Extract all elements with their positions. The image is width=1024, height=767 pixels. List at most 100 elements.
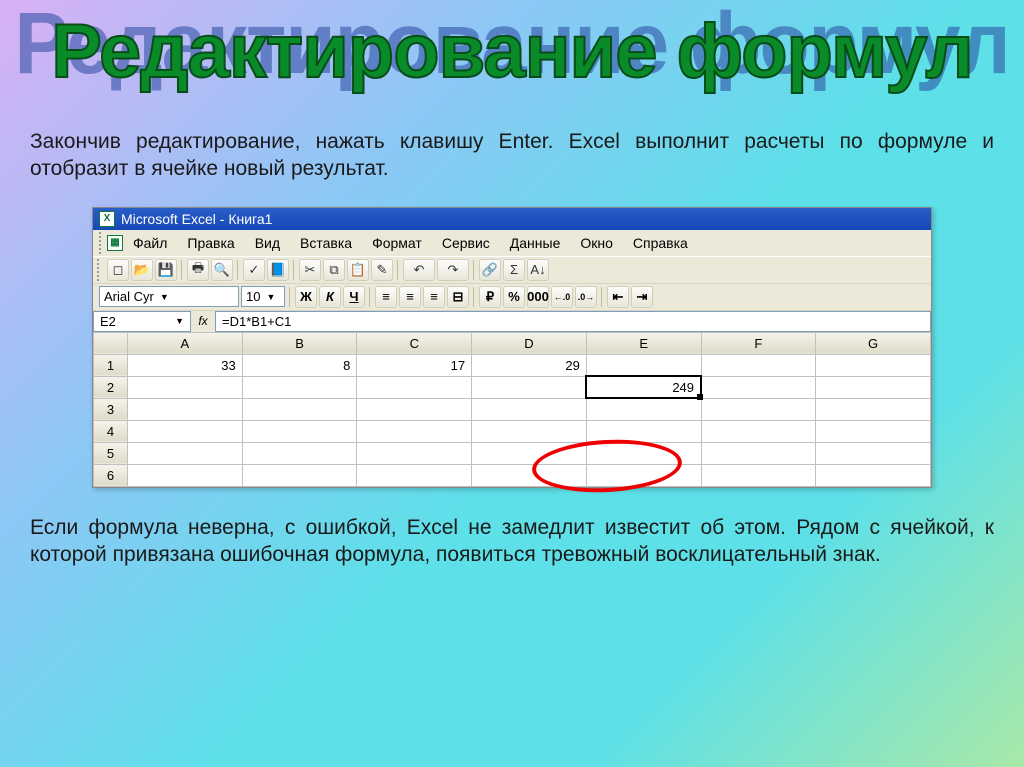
formula-input[interactable]: =D1*B1+C1 [215,311,931,332]
cell[interactable] [701,376,816,398]
cell[interactable] [472,398,587,420]
cell[interactable] [816,420,931,442]
cut-icon[interactable]: ✂ [299,259,321,281]
cell[interactable] [586,420,701,442]
col-header[interactable]: D [472,332,587,354]
cell[interactable]: 249 [586,376,701,398]
menu-tools[interactable]: Сервис [432,232,500,254]
outro-text: Если формула неверна, с ошибкой, Excel н… [30,514,994,569]
col-header[interactable]: C [357,332,472,354]
cell[interactable] [586,398,701,420]
cell[interactable] [357,464,472,486]
cell[interactable]: 33 [128,354,243,376]
row-header[interactable]: 1 [94,354,128,376]
indent-less-icon[interactable]: ⇤ [607,286,629,308]
cell[interactable] [472,420,587,442]
cell[interactable] [472,376,587,398]
menu-window[interactable]: Окно [570,232,623,254]
cell[interactable] [128,376,243,398]
undo-icon[interactable]: ↶ [403,259,435,281]
menu-data[interactable]: Данные [500,232,571,254]
col-header[interactable]: B [242,332,357,354]
format-painter-icon[interactable]: ✎ [371,259,393,281]
research-icon[interactable]: 📘 [267,259,289,281]
row-header[interactable]: 6 [94,464,128,486]
cell[interactable] [128,464,243,486]
row-header[interactable]: 4 [94,420,128,442]
cell[interactable]: 29 [472,354,587,376]
cell[interactable] [242,398,357,420]
hyperlink-icon[interactable]: 🔗 [479,259,501,281]
cell[interactable] [701,464,816,486]
menu-file[interactable]: Файл [123,232,177,254]
bold-button[interactable]: Ж [295,286,317,308]
cell[interactable] [701,398,816,420]
spreadsheet-grid[interactable]: ABCDEFG 13381729 2 249 3456 [93,332,931,487]
cell[interactable] [701,420,816,442]
underline-button[interactable]: Ч [343,286,365,308]
cell[interactable]: 17 [357,354,472,376]
copy-icon[interactable]: ⧉ [323,259,345,281]
align-center-icon[interactable]: ≡ [399,286,421,308]
dec-less-icon[interactable]: ←.0 [551,286,573,308]
menu-help[interactable]: Справка [623,232,698,254]
cell[interactable] [586,354,701,376]
redo-icon[interactable]: ↷ [437,259,469,281]
cell[interactable] [242,464,357,486]
sum-icon[interactable]: Σ [503,259,525,281]
cell[interactable] [242,420,357,442]
font-size-selector[interactable]: 10 ▼ [241,286,285,307]
align-right-icon[interactable]: ≡ [423,286,445,308]
indent-more-icon[interactable]: ⇥ [631,286,653,308]
cell[interactable] [816,354,931,376]
cell[interactable] [357,442,472,464]
cell[interactable] [816,464,931,486]
name-box[interactable]: E2 ▼ [93,311,191,332]
cell[interactable]: 8 [242,354,357,376]
cell[interactable] [357,420,472,442]
dec-more-icon[interactable]: .0→ [575,286,597,308]
cell[interactable] [816,398,931,420]
col-header[interactable]: E [586,332,701,354]
save-icon[interactable]: 💾 [155,259,177,281]
align-left-icon[interactable]: ≡ [375,286,397,308]
cell[interactable] [357,398,472,420]
cell[interactable] [242,442,357,464]
currency-icon[interactable]: ₽ [479,286,501,308]
percent-icon[interactable]: % [503,286,525,308]
cell[interactable] [357,376,472,398]
col-header[interactable]: F [701,332,816,354]
sort-icon[interactable]: A↓ [527,259,549,281]
formula-bar: E2 ▼ fx =D1*B1+C1 [93,310,931,332]
cell[interactable] [701,354,816,376]
spell-icon[interactable]: ✓ [243,259,265,281]
menu-edit[interactable]: Правка [177,232,244,254]
cell[interactable] [816,442,931,464]
excel-window: X Microsoft Excel - Книга1 ▦ Файл Правка… [92,207,932,488]
italic-button[interactable]: К [319,286,341,308]
fx-icon[interactable]: fx [191,311,215,332]
menu-insert[interactable]: Вставка [290,232,362,254]
cell[interactable] [816,376,931,398]
row-header[interactable]: 5 [94,442,128,464]
row-header[interactable]: 3 [94,398,128,420]
cell[interactable] [128,420,243,442]
cell[interactable] [701,442,816,464]
cell[interactable] [242,376,357,398]
select-all-corner[interactable] [94,332,128,354]
cell[interactable] [128,398,243,420]
col-header[interactable]: G [816,332,931,354]
print-icon[interactable]: 🖶 [187,259,209,281]
merge-icon[interactable]: ⊟ [447,286,469,308]
open-icon[interactable]: 📂 [131,259,153,281]
preview-icon[interactable]: 🔍 [211,259,233,281]
cell[interactable] [128,442,243,464]
menu-format[interactable]: Формат [362,232,432,254]
paste-icon[interactable]: 📋 [347,259,369,281]
font-selector[interactable]: Arial Cyr ▼ [99,286,239,307]
new-icon[interactable]: ◻ [107,259,129,281]
col-header[interactable]: A [128,332,243,354]
menu-view[interactable]: Вид [245,232,290,254]
thousands-icon[interactable]: 000 [527,286,549,308]
row-header[interactable]: 2 [94,376,128,398]
